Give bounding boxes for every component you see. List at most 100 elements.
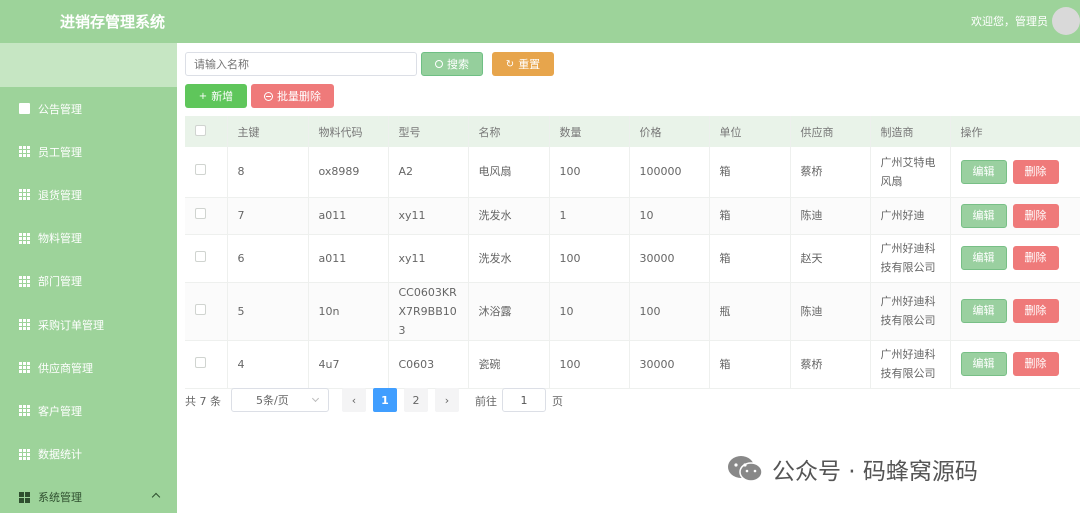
row-checkbox[interactable] xyxy=(195,356,206,368)
row-checkbox[interactable] xyxy=(195,250,206,262)
select-all-cell xyxy=(185,116,228,147)
grid-icon xyxy=(19,232,30,244)
goto-page-input[interactable] xyxy=(502,388,546,412)
sidebar: 公告管理 员工管理 退货管理 物料管理 部门管理 采购订单管理 供应商管理 客户… xyxy=(0,43,177,513)
edit-button[interactable]: 编辑 xyxy=(960,299,1007,323)
cell-actions: 编辑 删除 xyxy=(950,340,1080,389)
cell-price: 10 xyxy=(629,197,710,235)
cell-code: 10n xyxy=(308,282,389,341)
welcome-text[interactable]: 欢迎您，管理员 xyxy=(971,13,1048,29)
sidebar-item-departments[interactable]: 部门管理 xyxy=(0,260,177,303)
table-header-row: 主键 物料代码 型号 名称 数量 价格 单位 供应商 制造商 操作 xyxy=(185,116,1080,147)
sidebar-item-purchase-orders[interactable]: 采购订单管理 xyxy=(0,303,177,346)
cell-maker: 广州好迪 xyxy=(870,197,951,235)
goto-label: 前往 xyxy=(475,395,497,408)
delete-button[interactable]: 删除 xyxy=(1012,246,1059,270)
reset-button-label: 重置 xyxy=(518,58,541,71)
sidebar-item-statistics[interactable]: 数据统计 xyxy=(0,433,177,476)
plus-icon: + xyxy=(198,90,208,102)
batch-delete-button[interactable]: 批量删除 xyxy=(251,84,334,108)
comment-icon xyxy=(19,103,30,115)
sidebar-item-label: 部门管理 xyxy=(38,275,82,289)
row-checkbox[interactable] xyxy=(195,208,206,219)
search-input[interactable] xyxy=(185,52,417,76)
column-header: 价格 xyxy=(629,116,710,147)
grid-icon xyxy=(19,146,30,158)
delete-button[interactable]: 删除 xyxy=(1012,203,1059,228)
page-2-button[interactable]: 2 xyxy=(404,388,428,412)
delete-button[interactable]: 删除 xyxy=(1012,299,1059,323)
sidebar-item-label: 数据统计 xyxy=(38,448,82,462)
cell-actions: 编辑 删除 xyxy=(950,234,1080,283)
cell-supplier: 蔡桥 xyxy=(790,147,871,198)
cell-code: ox8989 xyxy=(308,147,389,198)
sidebar-item-label: 系统管理 xyxy=(38,491,82,505)
column-header: 物料代码 xyxy=(308,116,389,147)
edit-button[interactable]: 编辑 xyxy=(960,159,1007,184)
delete-button[interactable]: 删除 xyxy=(1012,159,1059,184)
sidebar-item-materials[interactable]: 物料管理 xyxy=(0,217,177,260)
page-size-select[interactable]: 5条/页 xyxy=(231,388,329,412)
add-button[interactable]: + 新增 xyxy=(185,84,247,108)
cell-name: 瓷碗 xyxy=(468,340,550,389)
cell-model: A2 xyxy=(388,147,469,198)
goto-unit-label: 页 xyxy=(552,395,563,408)
edit-button[interactable]: 编辑 xyxy=(960,246,1007,270)
data-table: 主键 物料代码 型号 名称 数量 价格 单位 供应商 制造商 操作 8 ox89… xyxy=(185,116,1080,389)
cell-model: C0603 xyxy=(388,340,469,389)
watermark-text: 公众号 · 码蜂窝源码 xyxy=(772,459,978,485)
cell-id: 8 xyxy=(227,147,309,198)
chevron-right-icon: › xyxy=(444,393,450,407)
sidebar-item-system[interactable]: 系统管理 xyxy=(0,476,177,513)
cell-price: 30000 xyxy=(629,234,710,283)
sidebar-item-returns[interactable]: 退货管理 xyxy=(0,173,177,216)
grid-icon xyxy=(19,448,30,460)
apps-icon xyxy=(19,491,30,503)
main-content: 搜索 ↻ 重置 + 新增 批量删除 主键 物料代码 型号 名称 数量 价格 单位 xyxy=(177,43,1080,513)
sidebar-item-label: 采购订单管理 xyxy=(38,318,104,332)
next-page-button[interactable]: › xyxy=(435,388,459,412)
edit-button[interactable]: 编辑 xyxy=(960,352,1007,376)
delete-button[interactable]: 删除 xyxy=(1012,352,1059,376)
cell-name: 洗发水 xyxy=(468,234,550,283)
add-button-label: 新增 xyxy=(211,90,234,103)
sidebar-item-employees[interactable]: 员工管理 xyxy=(0,130,177,173)
top-header: 进销存管理系统 欢迎您，管理员 xyxy=(0,0,1080,43)
cell-unit: 箱 xyxy=(709,234,791,283)
cell-qty: 1 xyxy=(549,197,630,235)
sidebar-item-label: 员工管理 xyxy=(38,145,82,159)
cell-qty: 10 xyxy=(549,282,630,341)
avatar[interactable] xyxy=(1052,7,1080,35)
batch-delete-button-label: 批量删除 xyxy=(277,90,321,103)
sidebar-item-suppliers[interactable]: 供应商管理 xyxy=(0,346,177,389)
cell-maker: 广州好迪科技有限公司 xyxy=(870,234,951,283)
cell-maker: 广州艾特电风扇 xyxy=(870,147,951,198)
grid-icon xyxy=(19,275,30,287)
column-header: 名称 xyxy=(468,116,550,147)
select-all-checkbox[interactable] xyxy=(195,124,206,136)
sidebar-logo-area xyxy=(0,43,177,87)
chevron-left-icon: ‹ xyxy=(351,393,357,407)
column-header: 供应商 xyxy=(790,116,871,147)
cell-supplier: 蔡桥 xyxy=(790,340,871,389)
sidebar-item-customers[interactable]: 客户管理 xyxy=(0,389,177,432)
cell-price: 100000 xyxy=(629,147,710,198)
sidebar-item-label: 退货管理 xyxy=(38,188,82,202)
search-button[interactable]: 搜索 xyxy=(421,52,483,76)
pagination-total: 共 7 条 xyxy=(185,395,221,408)
page-1-button[interactable]: 1 xyxy=(373,388,397,412)
table-row: 7 a011 xy11 洗发水 1 10 箱 陈迪 广州好迪 编辑 删除 xyxy=(185,197,1080,235)
row-checkbox[interactable] xyxy=(195,164,206,176)
table-row: 8 ox8989 A2 电风扇 100 100000 箱 蔡桥 广州艾特电风扇 … xyxy=(185,147,1080,198)
prev-page-button[interactable]: ‹ xyxy=(342,388,366,412)
grid-icon xyxy=(19,189,30,201)
cell-qty: 100 xyxy=(549,234,630,283)
column-header: 型号 xyxy=(388,116,469,147)
grid-icon xyxy=(19,405,30,417)
app-title: 进销存管理系统 xyxy=(60,13,166,31)
cell-unit: 箱 xyxy=(709,340,791,389)
reset-button[interactable]: ↻ 重置 xyxy=(492,52,554,76)
row-checkbox[interactable] xyxy=(195,303,206,315)
edit-button[interactable]: 编辑 xyxy=(960,203,1007,228)
sidebar-item-announcements[interactable]: 公告管理 xyxy=(0,87,177,130)
